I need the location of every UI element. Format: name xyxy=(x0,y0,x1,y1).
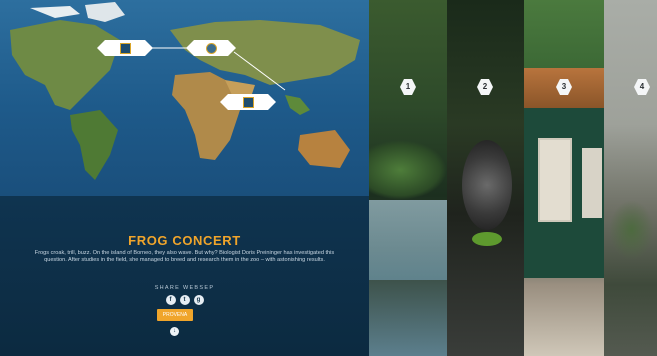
arctic-ice-shape xyxy=(30,6,80,18)
frog-decoration xyxy=(472,232,502,246)
story-panel-2[interactable]: 2 xyxy=(447,0,524,356)
google-plus-icon[interactable]: g xyxy=(193,295,204,305)
info-panel: FROG CONCERT Frogs croak, trill, buzz. O… xyxy=(0,196,369,356)
cta-button[interactable]: PROVENA xyxy=(157,309,193,321)
world-map xyxy=(0,0,369,196)
north-america-shape xyxy=(10,20,120,110)
continents-shapes xyxy=(10,2,360,180)
greenland-shape xyxy=(85,2,125,22)
map-marker-1[interactable] xyxy=(97,40,153,56)
social-icons: f t g xyxy=(0,295,369,305)
panel-number-badge: 2 xyxy=(477,79,493,95)
logo-badge-icon xyxy=(120,43,131,54)
panel-number-badge: 1 xyxy=(400,79,416,95)
description-text: Frogs croak, trill, buzz. On the island … xyxy=(34,250,335,264)
story-panel-4[interactable]: 4 xyxy=(604,0,657,356)
globe-logo-icon xyxy=(206,43,217,54)
scroll-down-icon[interactable]: ↓ xyxy=(170,327,179,336)
story-panel-1[interactable]: 1 xyxy=(369,0,447,356)
facebook-icon[interactable]: f xyxy=(165,295,176,305)
share-label: SHARE WEBSEP xyxy=(154,285,215,291)
moss-decoration xyxy=(609,200,654,260)
page-title: FROG CONCERT xyxy=(128,233,241,248)
south-america-shape xyxy=(70,110,118,180)
southeast-asia-shape xyxy=(285,95,310,115)
map-marker-3[interactable] xyxy=(220,94,276,110)
speaker-device-decoration xyxy=(462,140,512,230)
leaves-decoration xyxy=(369,140,447,200)
waterfall-decoration xyxy=(369,200,447,280)
logo-badge-icon xyxy=(243,97,254,108)
webspecial-left-column: FROG CONCERT Frogs croak, trill, buzz. O… xyxy=(0,0,369,356)
map-marker-2[interactable] xyxy=(186,40,236,56)
door-decoration xyxy=(582,148,602,218)
australia-shape xyxy=(298,130,350,168)
panel-number-badge: 4 xyxy=(634,79,650,95)
twitter-icon[interactable]: t xyxy=(179,295,190,305)
story-panel-3[interactable]: 3 xyxy=(524,0,604,356)
window-decoration xyxy=(538,138,572,222)
